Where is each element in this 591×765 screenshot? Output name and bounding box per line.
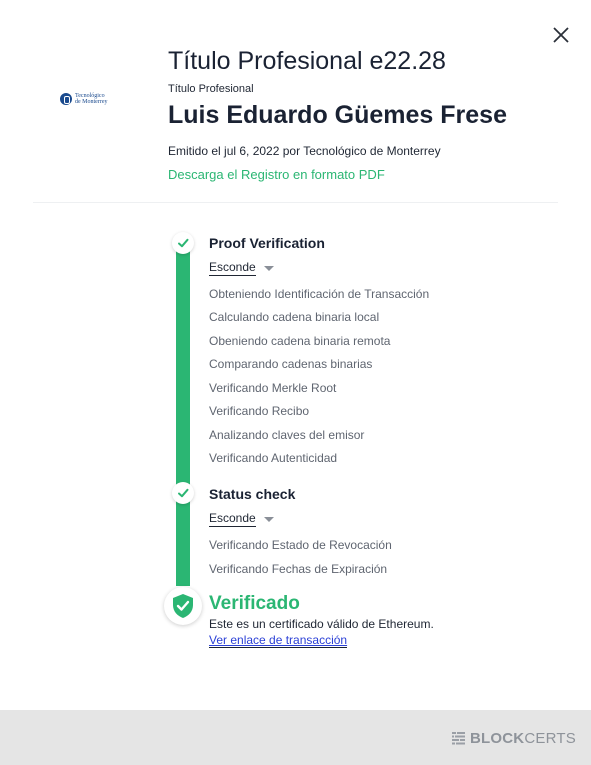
- caret-down-icon: [263, 517, 274, 522]
- recipient-name: Luis Eduardo Güemes Frese: [168, 101, 507, 129]
- issuer-logo-mark-icon: [60, 93, 72, 105]
- issuer-logo-text: Tecnológico de Monterrey: [75, 93, 108, 105]
- blockcerts-logo-icon: [452, 732, 465, 745]
- substep-item: Obeniendo cadena binaria remota: [209, 334, 391, 348]
- download-pdf-link[interactable]: Descarga el Registro en formato PDF: [168, 167, 385, 182]
- shield-check-icon: [173, 594, 193, 618]
- close-icon: [553, 27, 569, 43]
- transaction-link[interactable]: Ver enlace de transacción: [209, 633, 347, 647]
- close-button[interactable]: [550, 24, 572, 46]
- step-check-status-check: [172, 482, 194, 504]
- header-divider: [33, 202, 558, 203]
- substep-item: Verificando Autenticidad: [209, 451, 338, 465]
- check-icon: [178, 488, 189, 498]
- issued-info: Emitido el jul 6, 2022 por Tecnológico d…: [168, 144, 441, 158]
- certificate-subtitle: Título Profesional: [168, 83, 254, 95]
- substep-item: Calculando cadena binaria local: [209, 310, 380, 324]
- transaction-link-underline: [209, 647, 347, 648]
- toggle-proof-verification[interactable]: Esconde: [209, 261, 274, 276]
- substep-item: Verificando Merkle Root: [209, 381, 337, 395]
- brand-text: BLOCKCERTS: [470, 730, 576, 747]
- brand-text-bold: BLOCK: [470, 730, 525, 747]
- issuer-logo: Tecnológico de Monterrey: [60, 90, 116, 108]
- step-check-proof-verification: [172, 232, 194, 254]
- check-icon: [178, 238, 189, 248]
- brand-text-light: CERTS: [524, 730, 576, 747]
- substep-item: Verificando Recibo: [209, 404, 310, 418]
- toggle-status-check[interactable]: Esconde: [209, 512, 274, 527]
- verified-description: Este es un certificado válido de Ethereu…: [209, 617, 434, 631]
- certificate-title: Título Profesional e22.28: [168, 47, 446, 75]
- verified-title: Verificado: [209, 593, 300, 614]
- substep-item: Analizando claves del emisor: [209, 428, 365, 442]
- step-title-status-check: Status check: [209, 486, 296, 502]
- blockcerts-brand: BLOCKCERTS: [451, 730, 576, 747]
- caret-down-icon: [263, 266, 274, 271]
- substep-item: Obteniendo Identificación de Transacción: [209, 287, 430, 301]
- substep-item: Comparando cadenas binarias: [209, 357, 373, 371]
- toggle-label: Esconde: [209, 260, 256, 276]
- verified-badge: [164, 587, 202, 625]
- substep-item: Verificando Estado de Revocación: [209, 538, 392, 552]
- issuer-logo-line2: de Monterrey: [75, 99, 108, 105]
- toggle-label: Esconde: [209, 511, 256, 527]
- step-title-proof-verification: Proof Verification: [209, 235, 325, 251]
- progress-rail: [176, 243, 190, 586]
- substep-item: Verificando Fechas de Expiración: [209, 562, 388, 576]
